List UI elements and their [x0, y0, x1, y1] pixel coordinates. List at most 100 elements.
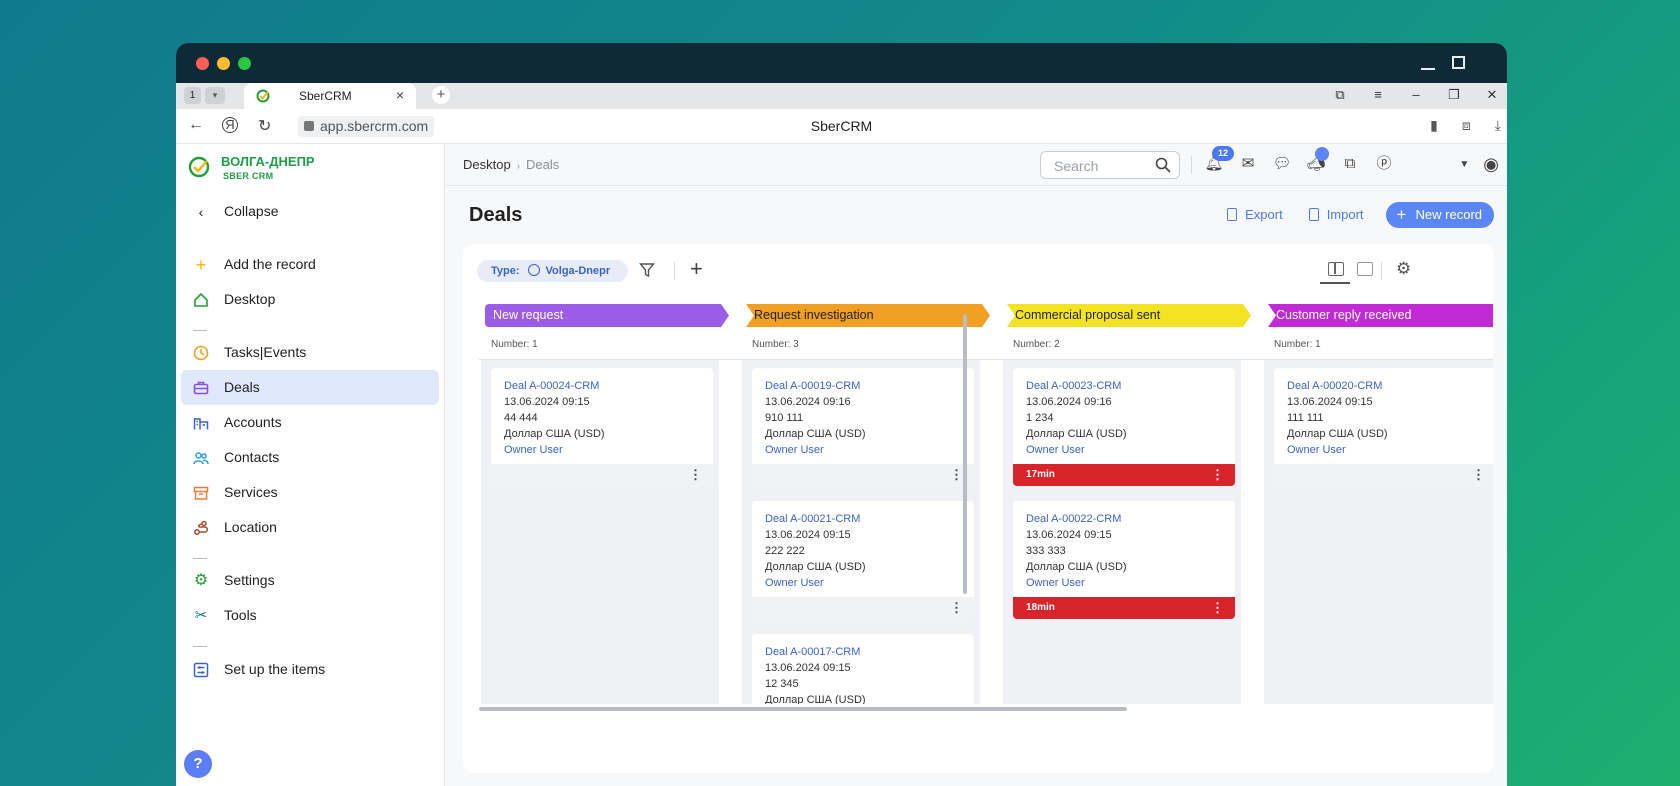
deal-link[interactable]: Deal A-00023-CRM: [1026, 378, 1222, 394]
stage-header[interactable]: Commercial proposal sent: [1007, 304, 1251, 327]
sidebar-divider: [193, 646, 207, 647]
close-icon[interactable]: ✕: [1483, 87, 1501, 103]
address-bar-actions: ▮ ⧈ ⤓: [1430, 117, 1501, 134]
more-vertical-icon[interactable]: ⋮: [1472, 467, 1485, 483]
sidebar-item-tools[interactable]: ✂ Tools: [181, 598, 439, 633]
kanban-view-icon[interactable]: [1328, 262, 1344, 276]
briefcase-icon: [193, 381, 209, 395]
collapse-button[interactable]: ‹ Collapse: [181, 194, 439, 229]
more-vertical-icon[interactable]: ⋮: [950, 467, 963, 483]
bell-icon[interactable]: 🔔︎ 12: [1204, 146, 1234, 174]
deal-card[interactable]: Deal A-00023-CRM 13.06.2024 09:16 1 234 Дол…: [1013, 368, 1235, 486]
deal-card[interactable]: Deal A-00020-CRM 13.06.2024 09:15 111 111 Д…: [1274, 368, 1493, 486]
extensions-icon[interactable]: ⧈: [1462, 117, 1471, 134]
sidebar-item-setup-items[interactable]: Set up the items: [181, 652, 439, 687]
close-window-button[interactable]: [196, 57, 209, 70]
deal-owner[interactable]: Owner User: [504, 442, 700, 458]
search-icon[interactable]: [1155, 157, 1171, 173]
deal-currency: Доллар США (USD): [1287, 428, 1388, 440]
deal-owner[interactable]: Owner User: [1026, 442, 1222, 458]
sidebar-item-deals[interactable]: Deals: [181, 370, 439, 405]
tab-count[interactable]: 1: [184, 87, 201, 104]
close-icon[interactable]: ×: [396, 87, 404, 103]
column-scrollbar[interactable]: [963, 314, 967, 594]
app-header: Desktop › Deals Search 🔔︎ 12 ✉ 💬︎ 📣︎ ⧉ ⓟ ▼ …: [446, 144, 1507, 186]
breadcrumb-desktop[interactable]: Desktop: [463, 157, 511, 172]
stage-header[interactable]: Request investigation: [746, 304, 990, 327]
new-record-button[interactable]: + New record: [1385, 202, 1494, 228]
import-button[interactable]: Import: [1305, 202, 1368, 228]
deal-link[interactable]: Deal A-00022-CRM: [1026, 511, 1222, 527]
deal-card[interactable]: Deal A-00019-CRM 13.06.2024 09:16 910 111 Д…: [752, 368, 974, 486]
more-vertical-icon[interactable]: ⋮: [1211, 467, 1224, 483]
kanban-column: New request Number: 1 Deal A-00024-CRM 13.0…: [479, 304, 723, 704]
zoom-window-button[interactable]: [238, 57, 251, 70]
deal-card-footer: 18min ⋮: [1013, 597, 1235, 619]
deal-card[interactable]: Deal A-00017-CRM 13.06.2024 09:15 12 345 До…: [752, 634, 974, 704]
bookmarks-icon[interactable]: ⧉: [1331, 87, 1349, 103]
add-filter-button[interactable]: +: [690, 256, 703, 282]
deal-amount: 1 234: [1026, 412, 1054, 424]
sidebar-item-location[interactable]: Location: [181, 510, 439, 545]
download-icon[interactable]: ⤓: [1495, 117, 1501, 134]
deal-card[interactable]: Deal A-00022-CRM 13.06.2024 09:15 333 333 Д…: [1013, 501, 1235, 619]
deal-link[interactable]: Deal A-00021-CRM: [765, 511, 961, 527]
chevron-down-icon[interactable]: ▼: [1459, 159, 1469, 170]
deal-link[interactable]: Deal A-00024-CRM: [504, 378, 700, 394]
deal-link[interactable]: Deal A-00020-CRM: [1287, 378, 1483, 394]
bookmark-icon[interactable]: ▮: [1430, 117, 1438, 134]
sidebar-item-contacts[interactable]: Contacts: [181, 440, 439, 475]
kanban-lane: Deal A-00024-CRM 13.06.2024 09:15 44 444 До…: [481, 360, 719, 704]
chat-icon[interactable]: 💬︎: [1272, 154, 1292, 174]
deal-link[interactable]: Deal A-00019-CRM: [765, 378, 961, 394]
sidebar-item-settings[interactable]: ⚙ Settings: [181, 563, 439, 598]
new-tab-button[interactable]: +: [432, 86, 450, 104]
maximize-icon[interactable]: [1452, 56, 1465, 69]
minimize-icon[interactable]: –: [1407, 87, 1425, 103]
megaphone-icon[interactable]: 📣︎: [1306, 147, 1329, 174]
deal-owner[interactable]: Owner User: [1026, 575, 1222, 591]
minimize-window-button[interactable]: [217, 57, 230, 70]
tab-bar: 1 ▾ SberCRM × + ⧉ ≡ – ❐ ✕: [176, 83, 1507, 109]
minimize-icon[interactable]: [1421, 68, 1435, 70]
active-view-indicator: [1320, 282, 1350, 284]
gear-icon[interactable]: ⚙: [1396, 259, 1411, 279]
sidebar-item-services[interactable]: Services: [181, 475, 439, 510]
deal-link[interactable]: Deal A-00017-CRM: [765, 644, 961, 660]
box-icon: [193, 486, 209, 500]
restore-icon[interactable]: ❐: [1445, 87, 1463, 103]
help-button[interactable]: ?: [184, 750, 212, 778]
deal-owner[interactable]: Owner User: [765, 442, 961, 458]
chevron-left-icon: ‹: [198, 204, 204, 220]
mail-icon[interactable]: ✉: [1238, 154, 1258, 174]
deal-card[interactable]: Deal A-00024-CRM 13.06.2024 09:15 44 444 До…: [491, 368, 713, 486]
chevron-down-icon[interactable]: ▾: [205, 87, 225, 104]
type-filter-chip[interactable]: Type: Volga-Dnepr: [477, 260, 629, 282]
deal-card[interactable]: Deal A-00021-CRM 13.06.2024 09:15 222 222 Д…: [752, 501, 974, 619]
export-button[interactable]: Export: [1223, 202, 1287, 228]
sidebar-item-desktop[interactable]: Desktop: [181, 282, 439, 317]
stage-header[interactable]: New request: [485, 304, 729, 327]
sidebar-item-accounts[interactable]: Accounts: [181, 405, 439, 440]
stage-header[interactable]: Customer reply received: [1268, 304, 1493, 327]
calendar-view-icon[interactable]: [1357, 262, 1373, 276]
board-scrollbar[interactable]: [479, 707, 1127, 711]
deal-owner[interactable]: Owner User: [1287, 442, 1483, 458]
filter-icon[interactable]: [639, 262, 655, 278]
tab-title: SberCRM: [299, 89, 352, 103]
points-icon[interactable]: ⓟ: [1374, 154, 1394, 174]
more-vertical-icon[interactable]: ⋮: [950, 600, 963, 616]
deal-owner[interactable]: Owner User: [765, 575, 961, 591]
search-input[interactable]: Search: [1040, 151, 1180, 179]
window-titlebar: [176, 43, 1507, 83]
sidebar-item-tasks-events[interactable]: Tasks|Events: [181, 335, 439, 370]
more-vertical-icon[interactable]: ⋮: [689, 467, 702, 483]
user-avatar-icon[interactable]: ◉: [1483, 154, 1499, 175]
apps-icon[interactable]: ⧉: [1340, 154, 1360, 174]
menu-icon[interactable]: ≡: [1369, 87, 1387, 103]
sidebar-item-add-record[interactable]: + Add the record: [181, 247, 439, 282]
more-vertical-icon[interactable]: ⋮: [1211, 600, 1224, 616]
deal-currency: Доллар США (USD): [1026, 561, 1127, 573]
stage-count: Number: 3: [752, 339, 799, 350]
tab-sbercrm[interactable]: SberCRM ×: [244, 83, 416, 109]
